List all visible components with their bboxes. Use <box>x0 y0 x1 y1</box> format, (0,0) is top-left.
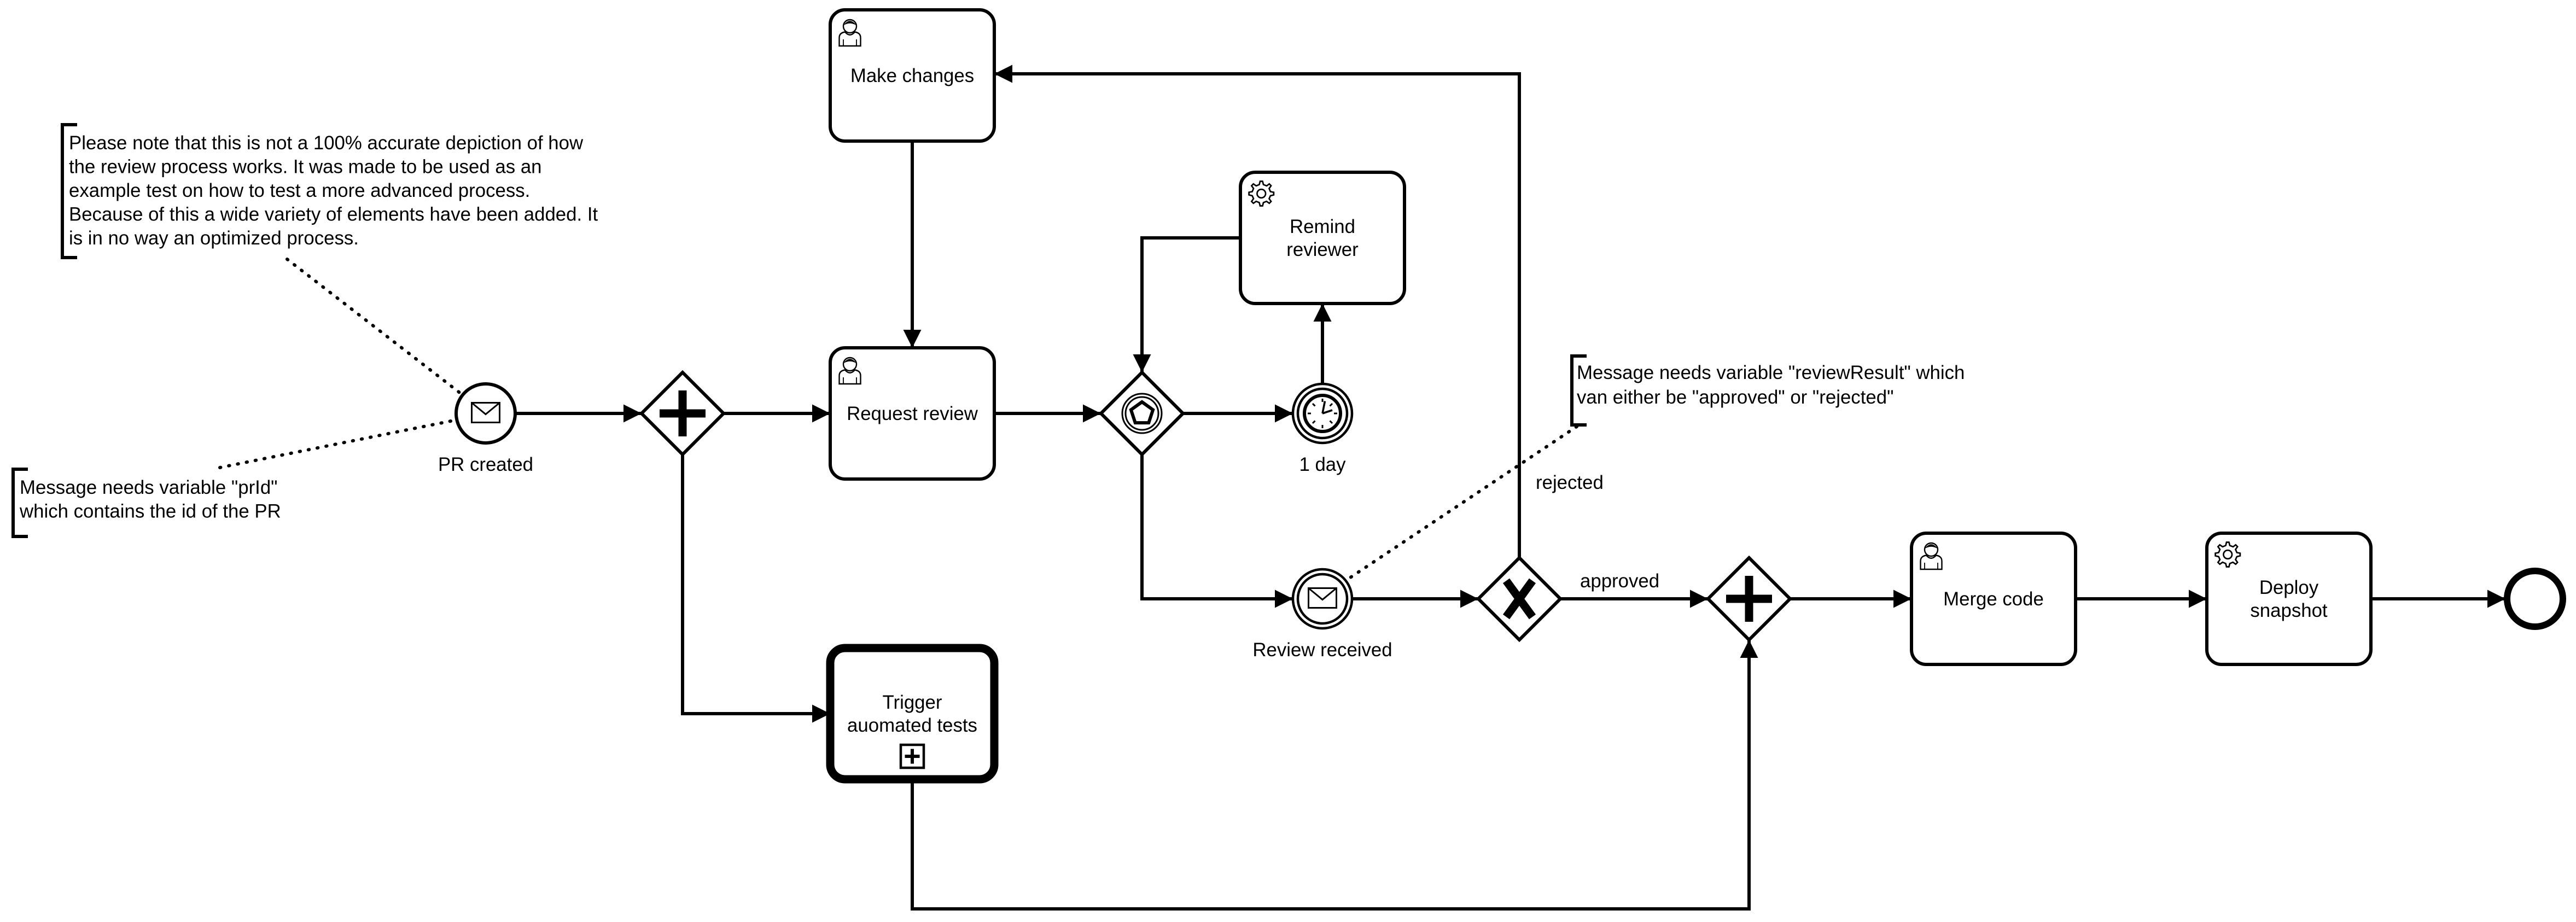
message-event-review-received[interactable]: Review received <box>1252 568 1392 661</box>
flow-remind-to-event-gateway[interactable] <box>1133 236 1240 372</box>
task-remind-reviewer[interactable]: Remind reviewer <box>1239 171 1406 305</box>
task-label-line2: reviewer <box>1286 239 1359 260</box>
task-label-line1: Remind <box>1290 216 1355 237</box>
task-merge-code[interactable]: Merge code <box>1910 532 2077 666</box>
event-label: Review received <box>1252 639 1392 661</box>
flow-trigger-tests-to-join[interactable] <box>911 640 1758 911</box>
task-label: Make changes <box>850 65 974 86</box>
end-event[interactable] <box>2504 568 2566 630</box>
association-disclaimer <box>285 258 463 395</box>
task-label-line1: Trigger <box>883 692 942 713</box>
annotation-disclaimer[interactable]: Please note that this is not a 100% accu… <box>61 123 598 259</box>
event-based-gateway[interactable] <box>1098 370 1186 457</box>
task-deploy-snapshot[interactable]: Deploy snapshot <box>2205 532 2373 666</box>
task-trigger-automated-tests[interactable]: Trigger auomated tests <box>826 644 999 784</box>
annotation-pr-id[interactable]: Message needs variable "prId" which cont… <box>11 468 281 538</box>
association-pr-id <box>218 418 458 469</box>
annotation-line: Please note that this is not a 100% accu… <box>69 132 584 154</box>
annotation-line: which contains the id of the PR <box>19 501 281 522</box>
annotation-line: is in no way an optimized process. <box>69 227 359 249</box>
task-label-line2: snapshot <box>2250 600 2328 621</box>
bpmn-diagram: Make changes Request review Remind revie… <box>11 8 2566 911</box>
clock-icon <box>1303 394 1342 433</box>
parallel-gateway-fork[interactable] <box>639 370 726 457</box>
subprocess-plus-icon[interactable] <box>899 743 925 769</box>
task-request-review[interactable]: Request review <box>829 346 996 481</box>
annotation-line: Message needs variable "prId" <box>20 477 278 498</box>
task-label: Merge code <box>1943 588 2044 610</box>
timer-event-1-day[interactable]: 1 day <box>1291 382 1354 475</box>
envelope-icon <box>471 402 500 423</box>
flow-fork-to-trigger-tests[interactable] <box>681 454 830 723</box>
task-label-line1: Deploy <box>2259 577 2319 598</box>
task-label: Request review <box>847 403 978 424</box>
event-label: PR created <box>438 454 533 475</box>
annotation-line: Message needs variable "reviewResult" wh… <box>1577 362 1965 383</box>
flow-label-approved: approved <box>1580 570 1659 592</box>
event-label: 1 day <box>1299 454 1346 475</box>
flow-event-gateway-to-review-received[interactable] <box>1140 454 1293 608</box>
association-review-result <box>1349 425 1578 579</box>
gear-icon <box>1248 180 1275 207</box>
start-event-pr-created[interactable]: PR created <box>438 382 533 475</box>
annotation-line: van either be "approved" or "rejected" <box>1577 387 1893 408</box>
gear-icon <box>2214 541 2241 568</box>
sequence-flows <box>515 65 2505 911</box>
task-label-line2: auomated tests <box>847 715 977 736</box>
annotation-line: example test on how to test a more advan… <box>69 180 530 201</box>
envelope-icon <box>1308 587 1337 609</box>
annotation-line: Because of this a wide variety of elemen… <box>69 204 598 225</box>
annotation-review-result[interactable]: Message needs variable "reviewResult" wh… <box>1570 354 1965 427</box>
flow-label-rejected: rejected <box>1536 472 1604 493</box>
parallel-gateway-join[interactable] <box>1705 555 1793 643</box>
annotation-line: the review process works. It was made to… <box>69 156 542 178</box>
flow-rejected[interactable] <box>994 65 1521 558</box>
exclusive-gateway-decision[interactable] <box>1476 555 1563 643</box>
task-make-changes[interactable]: Make changes <box>829 8 996 143</box>
